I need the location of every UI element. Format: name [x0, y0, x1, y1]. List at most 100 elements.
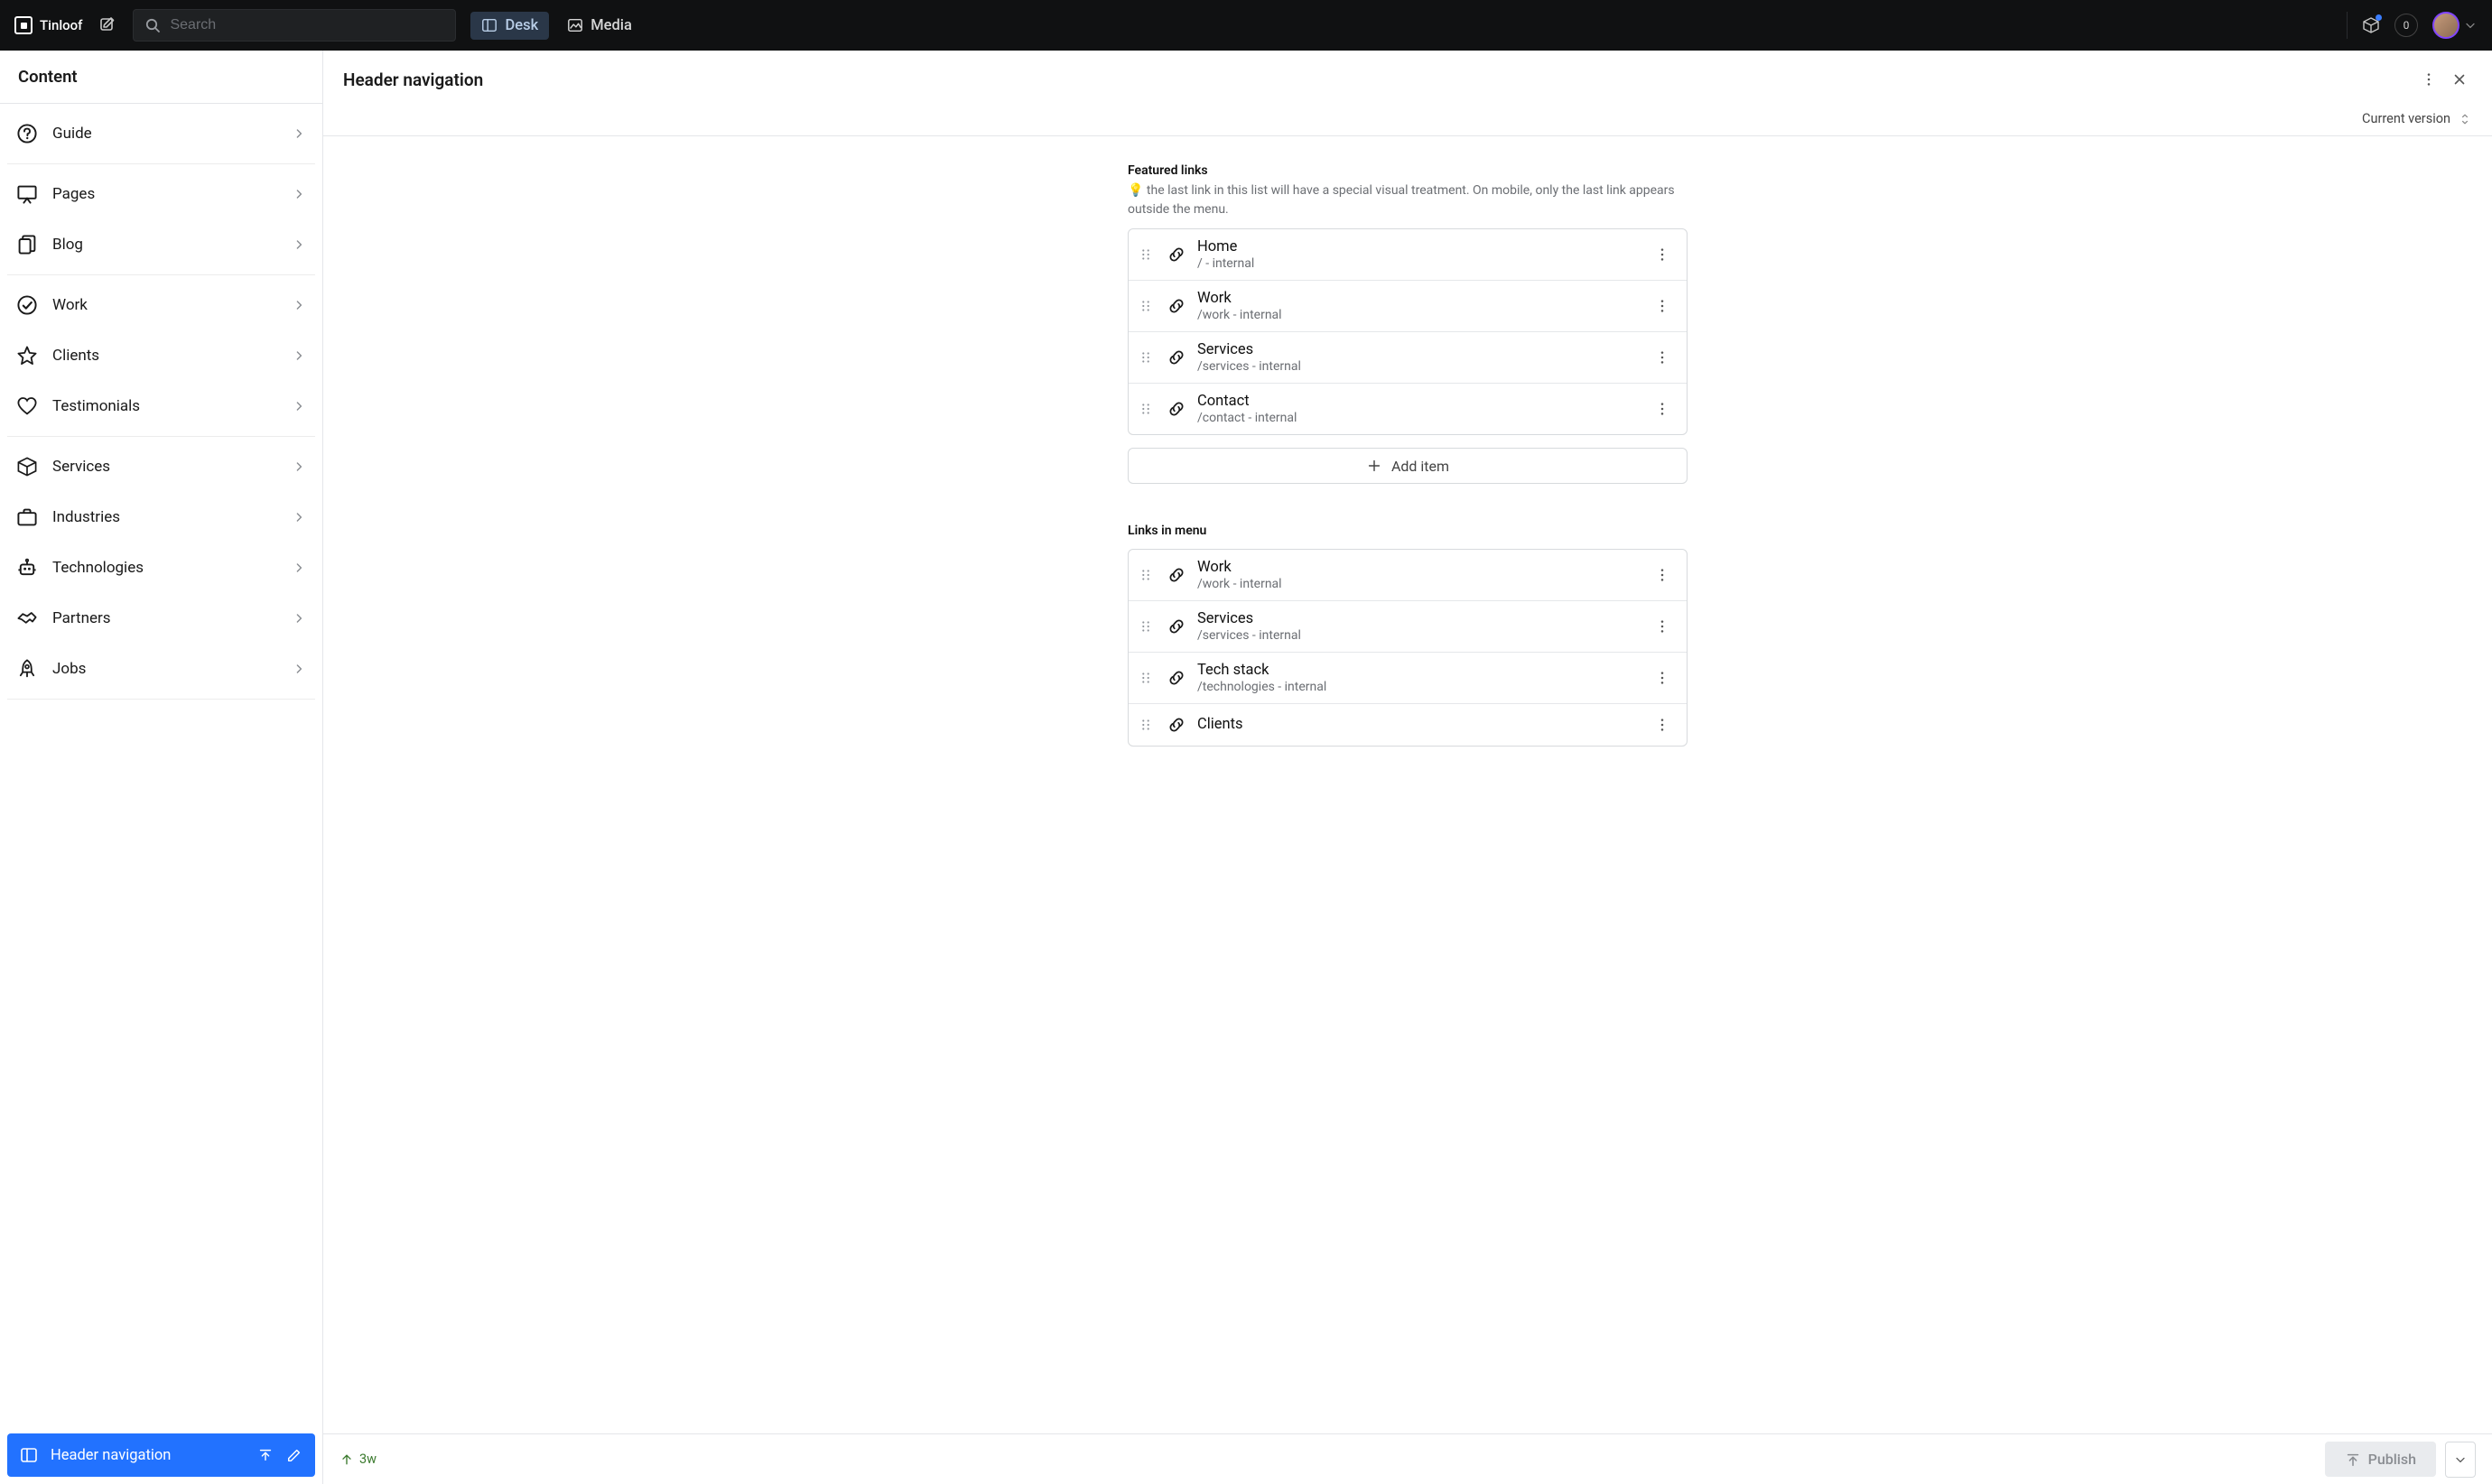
- pencil-icon[interactable]: [286, 1447, 302, 1463]
- dataset-button[interactable]: [2362, 16, 2380, 34]
- sidebar-item-label: Guide: [52, 125, 277, 143]
- link-subtitle: /work - internal: [1197, 308, 1640, 322]
- chevron-right-icon: [292, 611, 306, 626]
- drag-handle-icon[interactable]: [1136, 617, 1156, 636]
- sidebar-item-label: Work: [52, 296, 277, 314]
- publish-icon: [2345, 1452, 2361, 1468]
- workspace-tabs: Desk Media: [470, 12, 642, 40]
- sidebar-item-pages[interactable]: Pages: [7, 170, 315, 218]
- link-item[interactable]: Contact/contact - internal: [1129, 384, 1687, 434]
- chevron-right-icon: [292, 348, 306, 363]
- item-menu-button[interactable]: [1650, 666, 1674, 690]
- drag-handle-icon[interactable]: [1136, 565, 1156, 585]
- link-item[interactable]: Services/services - internal: [1129, 332, 1687, 384]
- sidebar-item-label: Partners: [52, 609, 277, 627]
- sidebar-item-work[interactable]: Work: [7, 281, 315, 329]
- item-menu-button[interactable]: [1650, 243, 1674, 266]
- check-circle-icon: [16, 294, 38, 316]
- publish-button[interactable]: Publish: [2325, 1442, 2436, 1477]
- drag-handle-icon[interactable]: [1136, 348, 1156, 367]
- last-updated[interactable]: 3w: [339, 1452, 377, 1467]
- link-title: Services: [1197, 610, 1640, 627]
- link-title: Tech stack: [1197, 662, 1640, 679]
- publish-label: Publish: [2368, 1451, 2416, 1468]
- item-menu-button[interactable]: [1650, 563, 1674, 587]
- brand-logo[interactable]: Tinloof: [14, 16, 82, 34]
- sidebar-item-blog[interactable]: Blog: [7, 220, 315, 269]
- dots-vertical-icon: [2421, 71, 2437, 88]
- items-list: Work/work - internalServices/services - …: [1128, 549, 1688, 747]
- drag-handle-icon[interactable]: [1136, 399, 1156, 419]
- link-icon: [1167, 348, 1186, 367]
- link-title: Home: [1197, 238, 1640, 255]
- link-icon: [1167, 668, 1186, 688]
- link-item[interactable]: Work/work - internal: [1129, 281, 1687, 332]
- brand-name: Tinloof: [40, 17, 82, 33]
- link-item[interactable]: Work/work - internal: [1129, 550, 1687, 601]
- link-item[interactable]: Clients: [1129, 704, 1687, 746]
- chevron-right-icon: [292, 510, 306, 524]
- tab-media[interactable]: Media: [556, 12, 643, 40]
- link-icon: [1167, 565, 1186, 585]
- compose-button[interactable]: [95, 13, 120, 38]
- drag-handle-icon[interactable]: [1136, 715, 1156, 735]
- select-icon: [2458, 112, 2472, 126]
- version-selector[interactable]: Current version: [323, 107, 2492, 136]
- tab-desk[interactable]: Desk: [470, 12, 549, 40]
- sidebar-active-item[interactable]: Header navigation: [7, 1433, 315, 1477]
- link-title: Work: [1197, 559, 1640, 576]
- sync-up-icon: [339, 1452, 354, 1467]
- link-subtitle: /services - internal: [1197, 359, 1640, 374]
- publish-options-button[interactable]: [2445, 1442, 2476, 1478]
- updated-time: 3w: [359, 1452, 377, 1467]
- link-item[interactable]: Home/ - internal: [1129, 229, 1687, 281]
- search-input[interactable]: [170, 17, 444, 33]
- version-label: Current version: [2362, 111, 2450, 126]
- item-menu-button[interactable]: [1650, 346, 1674, 369]
- image-icon: [567, 17, 583, 33]
- sidebar-item-testimonials[interactable]: Testimonials: [7, 382, 315, 431]
- search-box[interactable]: [133, 9, 456, 42]
- robot-icon: [16, 557, 38, 579]
- drag-handle-icon[interactable]: [1136, 296, 1156, 316]
- close-document-button[interactable]: [2447, 67, 2472, 92]
- link-icon: [1167, 399, 1186, 419]
- item-menu-button[interactable]: [1650, 713, 1674, 737]
- sidebar-item-guide[interactable]: Guide: [7, 109, 315, 158]
- link-subtitle: /work - internal: [1197, 577, 1640, 591]
- document-header: Header navigation: [323, 51, 2492, 107]
- panel-icon: [20, 1446, 38, 1464]
- document-menu-button[interactable]: [2416, 67, 2441, 92]
- drag-handle-icon[interactable]: [1136, 245, 1156, 264]
- sidebar-item-technologies[interactable]: Technologies: [7, 543, 315, 592]
- item-menu-button[interactable]: [1650, 615, 1674, 638]
- link-icon: [1167, 617, 1186, 636]
- sidebar-item-partners[interactable]: Partners: [7, 594, 315, 643]
- link-title: Clients: [1197, 716, 1640, 733]
- sidebar-item-label: Testimonials: [52, 397, 277, 415]
- field-description: 💡 the last link in this list will have a…: [1128, 181, 1688, 219]
- sidebar-item-services[interactable]: Services: [7, 442, 315, 491]
- field-label: Links in menu: [1128, 524, 1688, 538]
- link-title: Contact: [1197, 393, 1640, 410]
- drag-handle-icon[interactable]: [1136, 668, 1156, 688]
- chevron-right-icon: [292, 459, 306, 474]
- avatar: [2432, 12, 2459, 39]
- sidebar-item-jobs[interactable]: Jobs: [7, 645, 315, 693]
- collapse-up-icon[interactable]: [257, 1447, 274, 1463]
- add-item-button[interactable]: Add item: [1128, 448, 1688, 484]
- sidebar-item-label: Jobs: [52, 660, 277, 678]
- user-menu[interactable]: [2432, 12, 2478, 39]
- link-icon: [1167, 245, 1186, 264]
- chevron-right-icon: [292, 298, 306, 312]
- documents-icon: [16, 234, 38, 255]
- tasks-badge[interactable]: 0: [2394, 14, 2418, 37]
- link-item[interactable]: Services/services - internal: [1129, 601, 1687, 653]
- chevron-right-icon: [292, 399, 306, 413]
- item-menu-button[interactable]: [1650, 294, 1674, 318]
- link-item[interactable]: Tech stack/technologies - internal: [1129, 653, 1687, 704]
- sidebar-item-clients[interactable]: Clients: [7, 331, 315, 380]
- sidebar-item-industries[interactable]: Industries: [7, 493, 315, 542]
- item-menu-button[interactable]: [1650, 397, 1674, 421]
- sidebar: Content GuidePagesBlogWorkClientsTestimo…: [0, 51, 323, 1484]
